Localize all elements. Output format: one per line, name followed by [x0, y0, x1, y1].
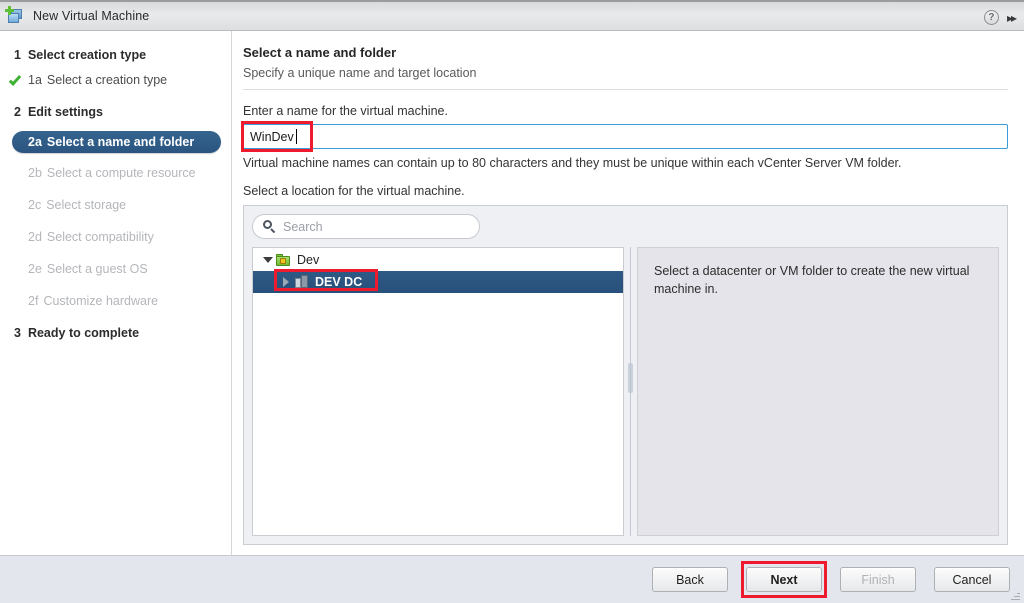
step-number: 1a — [28, 72, 42, 87]
new-virtual-machine-dialog: New Virtual Machine ? ▸▸ 1 Select creati… — [0, 0, 1024, 603]
sidebar-item-customize-hardware[interactable]: 2f Customize hardware — [0, 288, 231, 313]
vm-location-label: Select a location for the virtual machin… — [243, 184, 465, 198]
step-number: 2c — [28, 197, 42, 212]
wizard-content-pane: Select a name and folder Specify a uniqu… — [232, 31, 1024, 555]
sidebar-item-select-storage[interactable]: 2c Select storage — [0, 192, 231, 217]
picker-body: Dev DEV DC Select a datacenter or VM fol… — [252, 247, 999, 536]
tree-row-dev[interactable]: Dev — [253, 249, 623, 271]
inventory-tree[interactable]: Dev DEV DC — [252, 247, 624, 536]
next-button[interactable]: Next — [746, 567, 822, 592]
window-title: New Virtual Machine — [33, 9, 150, 23]
sidebar-item-edit-settings[interactable]: 2 Edit settings — [0, 99, 231, 124]
tree-node-label: DEV DC — [315, 275, 363, 289]
green-folder-icon — [276, 253, 292, 267]
vm-name-label: Enter a name for the virtual machine. — [243, 104, 448, 118]
sidebar-item-select-a-creation-type[interactable]: 1a Select a creation type — [0, 67, 231, 92]
tree-node-label: Dev — [297, 253, 320, 267]
cancel-button[interactable]: Cancel — [934, 567, 1010, 592]
vm-name-helper-text: Virtual machine names can contain up to … — [243, 156, 902, 170]
new-vm-icon — [5, 6, 26, 26]
step-number: 2d — [28, 229, 42, 244]
sidebar-item-select-a-name-and-folder[interactable]: 2a Select a name and folder — [12, 131, 221, 153]
expand-icon[interactable]: ▸▸ — [1007, 11, 1018, 25]
dialog-body: 1 Select creation type 1a Select a creat… — [0, 31, 1024, 555]
sidebar-item-select-compatibility[interactable]: 2d Select compatibility — [0, 224, 231, 249]
search-icon — [263, 220, 276, 234]
sidebar-item-select-a-compute-resource[interactable]: 2b Select a compute resource — [0, 160, 231, 185]
location-picker: Search Dev DEV DC Select a datacenter or… — [243, 205, 1008, 545]
finish-button: Finish — [840, 567, 916, 592]
resize-grip[interactable] — [1010, 590, 1020, 600]
header-divider — [243, 89, 1008, 90]
vm-name-row — [241, 121, 1008, 152]
help-icon[interactable]: ? — [983, 10, 999, 25]
titlebar-actions: ? ▸▸ — [983, 2, 1018, 33]
step-number: 3 — [14, 325, 21, 340]
step-number: 2b — [28, 165, 42, 180]
search-box[interactable]: Search — [252, 214, 480, 239]
step-label: Customize hardware — [43, 293, 159, 308]
step-label: Ready to complete — [27, 325, 140, 340]
panel-splitter[interactable] — [624, 247, 637, 536]
step-label: Select creation type — [27, 47, 147, 62]
step-label: Select a creation type — [46, 72, 168, 87]
step-number: 1 — [14, 47, 21, 62]
selection-detail-panel: Select a datacenter or VM folder to crea… — [637, 247, 999, 536]
sidebar-item-select-creation-type[interactable]: 1 Select creation type — [0, 42, 231, 67]
step-label: Select a compute resource — [46, 165, 196, 180]
dialog-footer: Back Next Finish Cancel — [0, 555, 1024, 603]
page-subtitle: Specify a unique name and target locatio… — [243, 66, 477, 80]
page-title: Select a name and folder — [243, 45, 397, 60]
step-label: Edit settings — [27, 104, 103, 119]
sidebar-item-ready-to-complete[interactable]: 3 Ready to complete — [0, 320, 231, 345]
chevron-down-icon[interactable] — [261, 257, 274, 263]
window-titlebar: New Virtual Machine ? ▸▸ — [0, 0, 1024, 31]
step-number: 2e — [28, 261, 42, 276]
checkmark-icon — [8, 72, 22, 86]
step-label: Select storage — [46, 197, 127, 212]
text-caret — [296, 129, 297, 144]
datacenter-icon — [294, 275, 310, 289]
tree-row-dev-dc[interactable]: DEV DC — [253, 269, 623, 293]
chevron-right-icon[interactable] — [279, 277, 292, 287]
step-label: Select compatibility — [46, 229, 154, 244]
sidebar-item-select-a-guest-os[interactable]: 2e Select a guest OS — [0, 256, 231, 281]
step-label: Select a guest OS — [46, 261, 148, 276]
step-label: Select a name and folder — [46, 135, 195, 149]
next-button-wrap: Next — [728, 561, 827, 598]
search-input[interactable]: Search — [283, 220, 323, 234]
back-button[interactable]: Back — [652, 567, 728, 592]
wizard-steps-sidebar: 1 Select creation type 1a Select a creat… — [0, 31, 232, 555]
step-number: 2 — [14, 104, 21, 119]
vm-name-input[interactable] — [243, 124, 1008, 149]
step-number: 2f — [28, 293, 39, 308]
step-number: 2a — [28, 135, 42, 149]
splitter-grip[interactable] — [628, 362, 633, 393]
